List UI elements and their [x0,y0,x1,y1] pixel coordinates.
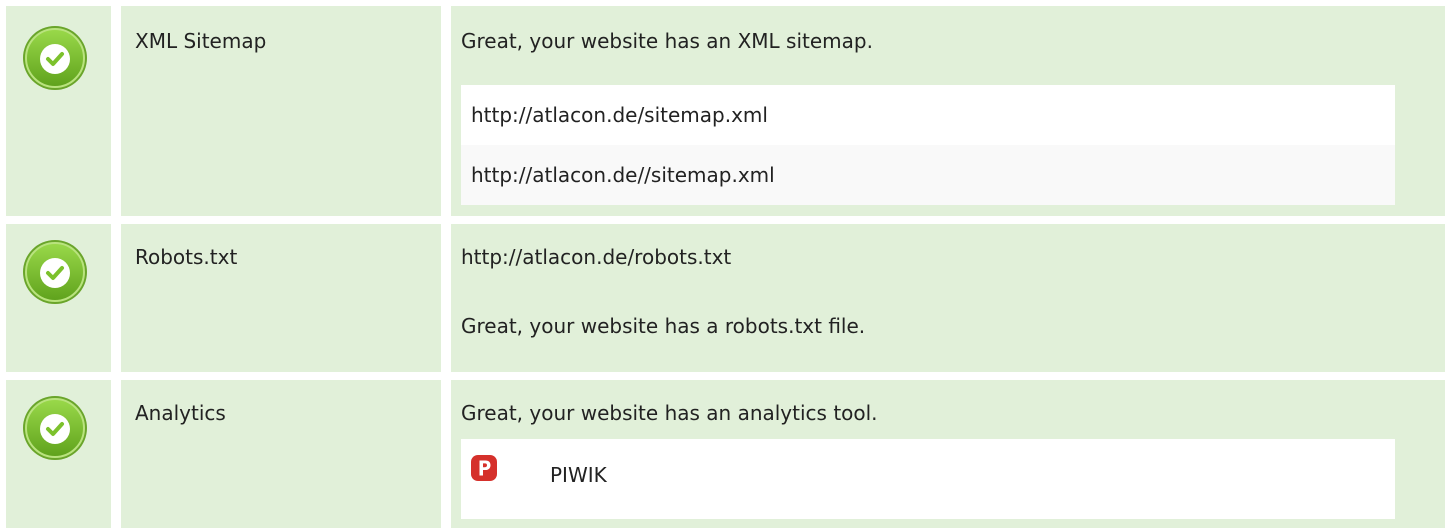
row-label: Robots.txt [135,245,238,269]
check-circle-icon [23,240,87,304]
result-message: Great, your website has an analytics too… [461,401,878,425]
status-cell [6,224,111,372]
result-row-robots-txt: Robots.txt http://atlacon.de/robots.txt … [0,224,1445,372]
row-label: Analytics [135,401,226,425]
check-circle-icon [23,26,87,90]
result-message: Great, your website has a robots.txt fil… [461,314,866,338]
status-cell [6,380,111,528]
label-cell: Analytics [121,380,441,528]
status-cell [6,6,111,216]
result-cell: Great, your website has an analytics too… [451,380,1445,528]
label-cell: XML Sitemap [121,6,441,216]
analytics-tool-item: PIWIK [461,439,1395,519]
sitemap-url-list: http://atlacon.de/sitemap.xml http://atl… [461,85,1395,205]
result-cell: http://atlacon.de/robots.txt Great, your… [451,224,1445,372]
result-row-xml-sitemap: XML Sitemap Great, your website has an X… [0,6,1445,216]
analytics-tool-name: PIWIK [550,463,607,487]
list-item: http://atlacon.de/sitemap.xml [461,85,1395,145]
check-circle-icon [23,396,87,460]
robots-url: http://atlacon.de/robots.txt [461,245,732,269]
row-label: XML Sitemap [135,29,267,53]
result-row-analytics: Analytics Great, your website has an ana… [0,380,1445,528]
piwik-logo-icon [471,455,497,481]
result-cell: Great, your website has an XML sitemap. … [451,6,1445,216]
list-item: http://atlacon.de//sitemap.xml [461,145,1395,205]
label-cell: Robots.txt [121,224,441,372]
result-message: Great, your website has an XML sitemap. [461,29,873,53]
